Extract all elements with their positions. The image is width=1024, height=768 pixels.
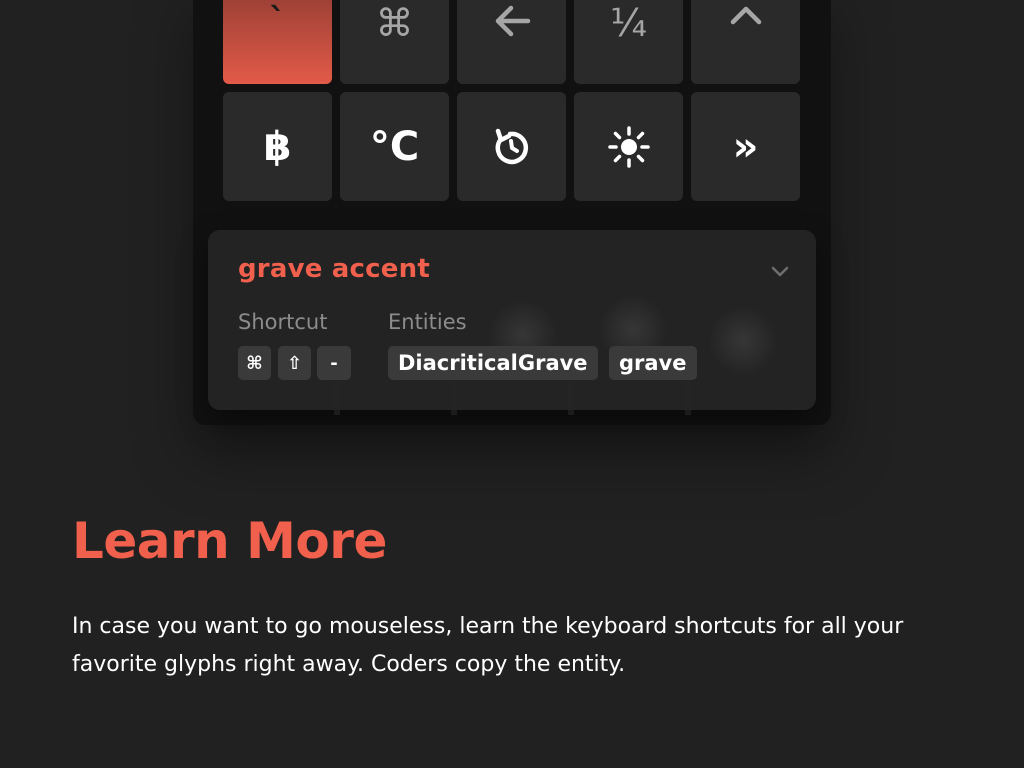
glyph-tile-grave-accent[interactable]: ` <box>223 0 332 84</box>
shortcut-label: Shortcut <box>238 310 328 334</box>
collapse-button[interactable] <box>770 264 790 278</box>
glyph-name: grave accent <box>238 254 430 284</box>
entity-diacriticalgrave[interactable]: DiacriticalGrave <box>388 346 598 380</box>
command-icon: ⌘ <box>375 1 414 45</box>
sun-icon <box>607 125 651 169</box>
glyph-tile-caret-up[interactable] <box>691 0 800 84</box>
learn-more-body: In case you want to go mouseless, learn … <box>72 614 904 677</box>
glyph-tile-command[interactable]: ⌘ <box>340 0 449 84</box>
glyph-detail-panel: grave accent Shortcut Entities ⌘ ⇧ - Dia… <box>208 230 816 410</box>
glyph-tile-arrow-left[interactable] <box>457 0 566 84</box>
degree-celsius-glyph: °C <box>369 123 420 170</box>
glyph-tile-one-quarter[interactable]: ¼ <box>574 0 683 84</box>
learn-more-title: Learn More <box>72 512 387 570</box>
caret-up-icon <box>729 4 763 26</box>
chevron-down-icon <box>771 266 789 277</box>
shortcut-key-command: ⌘ <box>238 346 271 380</box>
one-quarter-glyph: ¼ <box>610 1 647 45</box>
glyph-grid: ` ⌘ ¼ ฿ °C » <box>223 0 801 201</box>
glyph-tile-baht[interactable]: ฿ <box>223 92 332 201</box>
shortcut-key-minus: - <box>317 346 351 380</box>
shortcut-key-shift: ⇧ <box>278 346 311 380</box>
right-guillemet-glyph: » <box>732 123 759 170</box>
grave-accent-glyph: ` <box>269 1 286 41</box>
baht-sign-glyph: ฿ <box>263 123 292 170</box>
glyph-tile-right-guillemet[interactable]: » <box>691 92 800 201</box>
clockwise-arrow-icon <box>492 127 532 167</box>
blurred-backdrop <box>708 306 778 376</box>
glyph-tile-clockwise-arrow[interactable] <box>457 92 566 201</box>
entity-grave[interactable]: grave <box>609 346 697 380</box>
glyph-tile-degree-celsius[interactable]: °C <box>340 92 449 201</box>
glyph-tile-sun[interactable] <box>574 92 683 201</box>
arrow-left-icon <box>493 4 531 38</box>
entities-label: Entities <box>388 310 467 334</box>
